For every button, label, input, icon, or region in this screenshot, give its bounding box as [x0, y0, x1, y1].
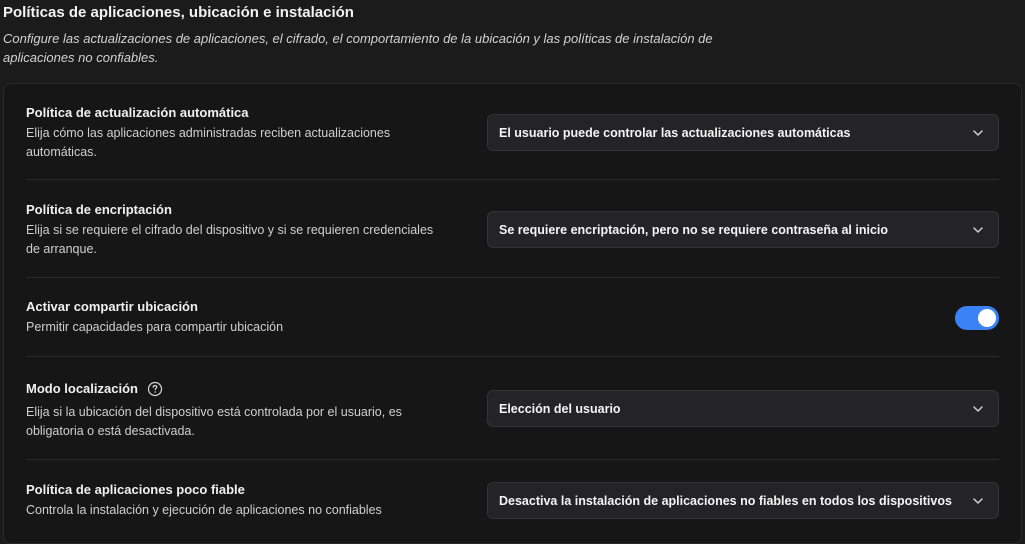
chevron-down-icon	[970, 125, 986, 141]
row-divider	[26, 356, 999, 357]
location-mode-selected-value: Elección del usuario	[499, 401, 621, 416]
location-sharing-description: Permitir capacidades para compartir ubic…	[26, 320, 284, 334]
row-divider	[26, 459, 999, 460]
untrusted-apps-selected-value: Desactiva la instalación de aplicaciones…	[499, 493, 952, 508]
row-divider	[26, 277, 999, 278]
location-mode-select[interactable]: Elección del usuario	[487, 390, 999, 427]
encryption-select[interactable]: Se requiere encriptación, pero no se req…	[487, 211, 999, 248]
page-description: Configure las actualizaciones de aplicac…	[3, 31, 713, 65]
chevron-down-icon	[970, 493, 986, 509]
location-sharing-setting: Activar compartir ubicación Permitir cap…	[26, 298, 999, 337]
page-title: Políticas de aplicaciones, ubicación e i…	[3, 4, 354, 21]
encryption-selected-value: Se requiere encriptación, pero no se req…	[499, 222, 889, 237]
location-sharing-toggle[interactable]	[955, 306, 999, 330]
location-mode-label: Modo localización	[26, 381, 138, 396]
question-circle-icon[interactable]	[147, 381, 163, 397]
encryption-description: Elija si se requiere el cifrado del disp…	[26, 223, 434, 256]
untrusted-apps-setting: Política de aplicaciones poco fiable Con…	[26, 481, 999, 520]
auto-update-selected-value: El usuario puede controlar las actualiza…	[499, 125, 851, 140]
auto-update-select[interactable]: El usuario puede controlar las actualiza…	[487, 114, 999, 151]
toggle-knob	[978, 309, 996, 327]
location-mode-description: Elija si la ubicación del dispositivo es…	[26, 405, 402, 438]
settings-panel: Política de actualización automática Eli…	[3, 83, 1022, 544]
row-divider	[26, 179, 999, 180]
location-mode-setting: Modo localización Elija si la ubicación …	[26, 380, 999, 441]
untrusted-apps-description: Controla la instalación y ejecución de a…	[26, 503, 382, 517]
encryption-setting: Política de encriptación Elija si se req…	[26, 201, 999, 259]
section-header: Políticas de aplicaciones, ubicación e i…	[3, 3, 763, 67]
chevron-down-icon	[970, 222, 986, 238]
auto-update-description: Elija cómo las aplicaciones administrada…	[26, 126, 391, 159]
untrusted-apps-select[interactable]: Desactiva la instalación de aplicaciones…	[487, 482, 999, 519]
chevron-down-icon	[970, 401, 986, 417]
location-sharing-label: Activar compartir ubicación	[26, 299, 198, 314]
auto-update-setting: Política de actualización automática Eli…	[26, 104, 999, 162]
